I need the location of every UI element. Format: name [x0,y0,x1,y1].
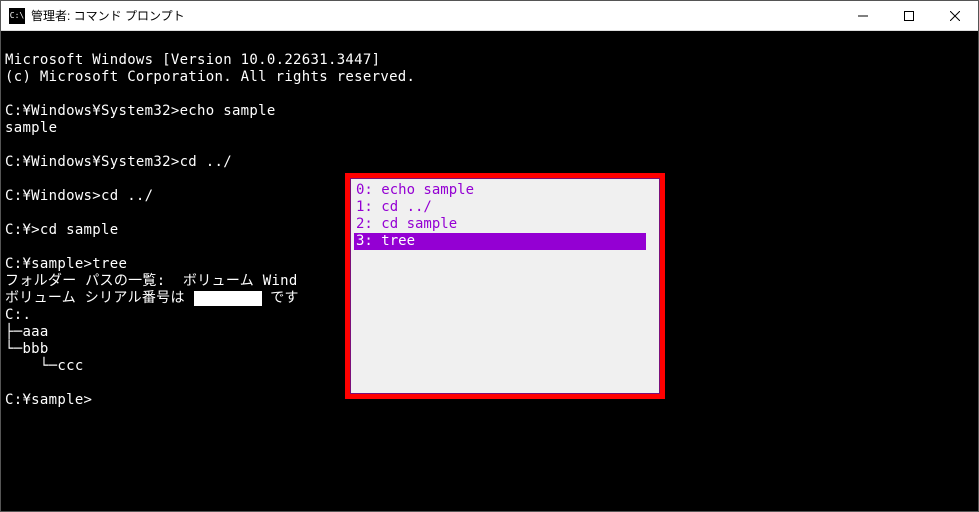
terminal-line: C:¥Windows>cd ../ [5,188,153,204]
terminal-line: C:¥sample>tree [5,256,127,272]
terminal-line: C:¥Windows¥System32>echo sample [5,103,276,119]
terminal-line: フォルダー パスの一覧: ボリューム Wind [5,273,298,289]
titlebar[interactable]: C:\ 管理者: コマンド プロンプト [1,1,978,31]
terminal-line: C:¥Windows¥System32>cd ../ [5,154,232,170]
maximize-button[interactable] [886,1,932,31]
titlebar-left: C:\ 管理者: コマンド プロンプト [9,7,185,24]
window-controls [840,1,978,30]
history-item-0[interactable]: 0: echo sample [354,182,656,199]
terminal-line: ボリューム シリアル番号は です [5,290,299,306]
history-item-1[interactable]: 1: cd ../ [354,199,656,216]
close-button[interactable] [932,1,978,31]
history-item-2[interactable]: 2: cd sample [354,216,656,233]
terminal-line: sample [5,120,57,136]
history-item-3[interactable]: 3: tree [354,233,646,250]
history-popup-highlight: 0: echo sample 1: cd ../ 2: cd sample 3:… [345,173,665,399]
history-list: 0: echo sample 1: cd ../ 2: cd sample 3:… [354,182,656,250]
terminal-line: C:¥sample> [5,392,92,408]
window-title: 管理者: コマンド プロンプト [31,7,185,24]
terminal-line: Microsoft Windows [Version 10.0.22631.34… [5,52,380,68]
redacted-block [194,291,262,306]
history-popup[interactable]: 0: echo sample 1: cd ../ 2: cd sample 3:… [350,178,660,394]
app-icon: C:\ [9,8,25,24]
terminal-line: └─ccc [5,358,84,374]
terminal-line: (c) Microsoft Corporation. All rights re… [5,69,415,85]
minimize-button[interactable] [840,1,886,31]
terminal-line: ├─aaa [5,324,49,340]
terminal-line: C:. [5,307,31,323]
command-prompt-window: C:\ 管理者: コマンド プロンプト Microsoft Windows [V… [0,0,979,512]
terminal-line: └─bbb [5,341,49,357]
terminal-line: C:¥>cd sample [5,222,118,238]
